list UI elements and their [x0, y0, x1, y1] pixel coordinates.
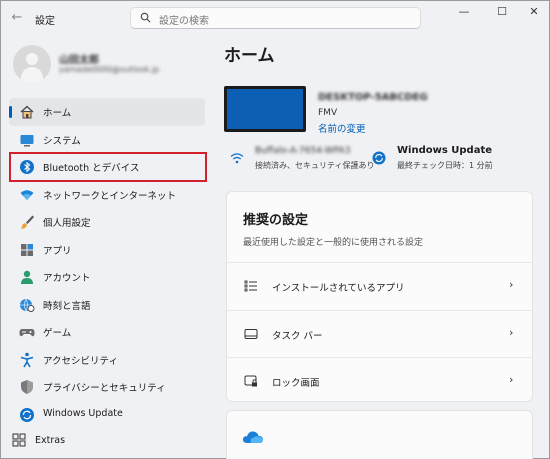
sidebar-item-label: ホーム — [43, 108, 72, 119]
rec-item-lock-screen[interactable]: ロック画面 › — [227, 357, 532, 404]
arrow-left-icon: ← — [11, 10, 23, 25]
user-name: 山田太郎 — [59, 55, 99, 66]
lock-screen-icon — [244, 375, 257, 387]
sidebar-item-label: プライバシーとセキュリティ — [43, 383, 166, 394]
card-subtitle: 最近使用した設定と一般的に使用される設定 — [243, 238, 424, 248]
page-title: ホーム — [224, 46, 275, 66]
sidebar-item-apps[interactable]: アプリ — [9, 236, 205, 264]
windows-update-title[interactable]: Windows Update — [397, 145, 492, 156]
sidebar-item-label: アカウント — [43, 273, 91, 284]
avatar[interactable] — [13, 45, 51, 83]
gamepad-icon — [19, 329, 35, 337]
app-title: 設定 — [35, 16, 55, 27]
maximize-button[interactable]: ☐ — [485, 1, 519, 23]
close-button[interactable]: ✕ — [517, 1, 550, 23]
sidebar-item-time-language[interactable]: 時刻と言語 — [9, 291, 205, 319]
search-placeholder: 設定の検索 — [159, 16, 209, 27]
sidebar-item-system[interactable]: システム — [9, 126, 205, 154]
device-image — [224, 86, 306, 132]
sidebar-nav: ホーム システム Bluetooth とデバイス ネットワークとインターネット — [9, 98, 205, 428]
sidebar-item-gaming[interactable]: ゲーム — [9, 318, 205, 346]
sidebar-item-label: 個人用設定 — [43, 218, 91, 229]
brush-icon — [20, 215, 34, 229]
sidebar-item-label: アクセシビリティ — [43, 355, 118, 367]
title-bar: ← 設定 設定の検索 — ☐ ✕ — [1, 1, 549, 35]
rec-item-label: ロック画面 — [272, 378, 320, 389]
globe-clock-icon — [20, 298, 35, 312]
chevron-right-icon: › — [509, 326, 514, 339]
sidebar-item-network[interactable]: ネットワークとインターネット — [9, 181, 205, 209]
sidebar-item-label: 時刻と言語 — [43, 300, 91, 312]
avatar-head — [26, 53, 38, 65]
sidebar-item-accounts[interactable]: アカウント — [9, 263, 205, 291]
device-name: DESKTOP-5ABCDEG — [318, 92, 428, 103]
back-button[interactable]: ← — [7, 9, 27, 27]
installed-apps-icon — [244, 280, 257, 292]
rec-item-taskbar[interactable]: タスク バー › — [227, 310, 532, 357]
recommended-settings-card: 推奨の設定 最近使用した設定と一般的に使用される設定 インストールされているアプ… — [226, 191, 533, 402]
system-icon — [20, 134, 34, 146]
device-model: FMV — [318, 108, 338, 118]
rec-item-label: タスク バー — [272, 331, 323, 342]
card-title: 推奨の設定 — [243, 213, 309, 228]
avatar-body — [21, 67, 43, 83]
chevron-right-icon: › — [509, 373, 514, 386]
wifi-network-name[interactable]: Buffalo-A-7654-WPA3 — [255, 146, 350, 156]
wifi-status: 接続済み、セキュリティ保護あり — [255, 161, 375, 170]
shield-icon — [21, 380, 33, 394]
rec-item-label: インストールされているアプリ — [272, 283, 405, 294]
windows-update-icon[interactable] — [372, 151, 386, 165]
sidebar-item-privacy[interactable]: プライバシーとセキュリティ — [9, 373, 205, 401]
sidebar-item-label: システム — [43, 135, 81, 147]
sidebar-item-accessibility[interactable]: アクセシビリティ — [9, 346, 205, 374]
sidebar-item-label: ネットワークとインターネット — [43, 190, 177, 202]
onedrive-card — [226, 410, 533, 459]
sidebar-item-extras[interactable]: Extras — [9, 429, 205, 453]
sidebar-item-label: ゲーム — [43, 328, 72, 339]
sidebar-item-windows-update[interactable]: Windows Update — [9, 401, 205, 429]
taskbar-icon — [244, 329, 258, 339]
wifi-icon[interactable] — [230, 151, 244, 165]
sidebar-item-label: Windows Update — [43, 407, 123, 419]
sidebar-item-home[interactable]: ホーム — [9, 98, 205, 126]
account-icon — [21, 270, 33, 284]
home-icon — [20, 105, 34, 119]
chevron-right-icon: › — [509, 278, 514, 291]
minimize-button[interactable]: — — [447, 1, 481, 23]
accessibility-icon — [20, 352, 34, 367]
windows-update-icon — [20, 407, 34, 422]
apps-icon — [21, 243, 33, 256]
active-indicator — [9, 106, 12, 118]
onedrive-cloud-icon — [242, 431, 263, 443]
network-icon — [20, 189, 34, 200]
highlight-box — [9, 152, 207, 182]
settings-window: ← 設定 設定の検索 — ☐ ✕ 山田太郎 yamada0000@outlook… — [0, 0, 550, 459]
sidebar-item-label: アプリ — [43, 245, 72, 257]
search-icon — [140, 12, 151, 23]
extras-icon — [12, 433, 26, 447]
rec-item-installed-apps[interactable]: インストールされているアプリ › — [227, 262, 532, 309]
user-email: yamada0000@outlook.jp — [59, 65, 160, 74]
windows-update-status: 最終チェック日時：1 分前 — [397, 161, 493, 170]
rename-link[interactable]: 名前の変更 — [318, 121, 366, 135]
sidebar-item-personalization[interactable]: 個人用設定 — [9, 208, 205, 236]
sidebar-item-label: Extras — [35, 435, 66, 446]
search-input[interactable]: 設定の検索 — [130, 7, 421, 29]
